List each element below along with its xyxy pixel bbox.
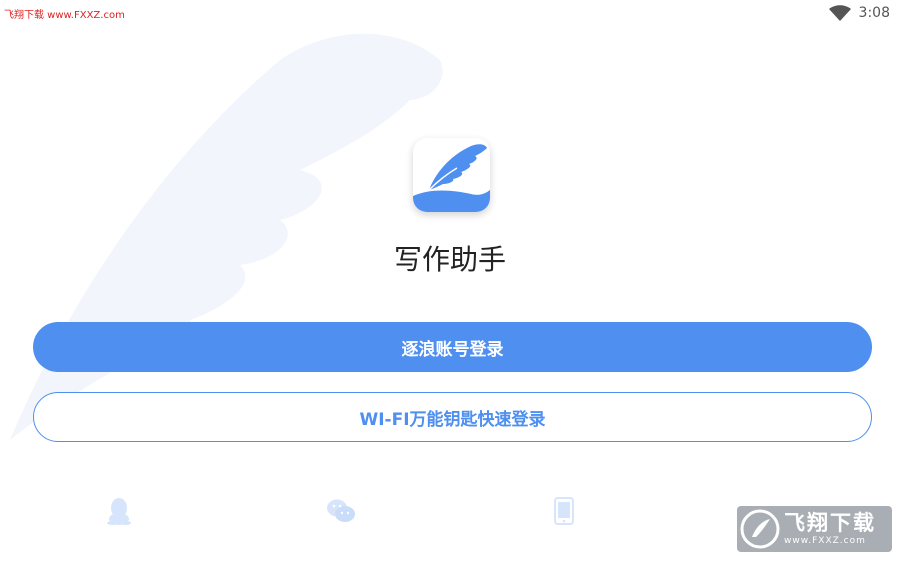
secondary-button-label: WI-FI万能钥匙快速登录: [359, 409, 546, 430]
watermark-logo: 飞翔下载 www.FXXZ.com: [737, 506, 892, 552]
qq-icon: [107, 498, 131, 525]
primary-button-label: 逐浪账号登录: [401, 339, 504, 360]
status-bar: 3:08: [828, 4, 890, 22]
wifi-icon: [828, 5, 851, 21]
watermark-text-top: 飞翔下载 www.FXXZ.com: [4, 10, 125, 21]
app-title: 写作助手: [393, 243, 506, 276]
watermark-logo-main: 飞翔下载: [784, 511, 876, 535]
phone-icon: [554, 497, 574, 525]
wechat-icon: [327, 499, 355, 522]
zhulang-account-login-button[interactable]: 逐浪账号登录: [33, 322, 872, 372]
status-time: 3:08: [858, 5, 890, 21]
wechat-login-button[interactable]: [326, 496, 356, 526]
qq-login-button[interactable]: [104, 496, 134, 526]
wifi-key-quick-login-button[interactable]: WI-FI万能钥匙快速登录: [33, 392, 872, 442]
watermark-logo-icon: [740, 509, 780, 549]
watermark-logo-sub: www.FXXZ.com: [784, 536, 866, 546]
feather-app-icon: [413, 138, 490, 212]
phone-login-button[interactable]: [549, 496, 579, 526]
